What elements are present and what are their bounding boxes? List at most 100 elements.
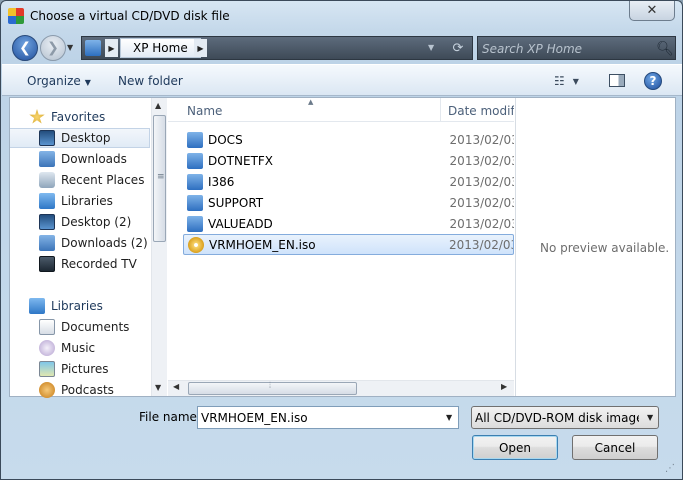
file-date: 2013/02/03 0 — [449, 132, 514, 147]
nav-item-downloads[interactable]: Downloads — [10, 149, 150, 169]
address-dropdown-icon[interactable]: ▼ — [428, 43, 434, 52]
nav-group-libraries[interactable]: Libraries — [10, 296, 150, 316]
chevron-down-icon: ▼ — [647, 413, 654, 422]
window-title: Choose a virtual CD/DVD disk file — [30, 9, 230, 23]
scroll-up-icon[interactable]: ▲ — [155, 101, 161, 110]
file-type-value: All CD/DVD-ROM disk images ( — [475, 411, 639, 425]
column-name-header[interactable]: Name — [187, 104, 222, 118]
forward-arrow-icon: ❯ — [47, 40, 59, 56]
close-icon: ✕ — [646, 3, 658, 18]
new-folder-button[interactable]: New folder — [118, 74, 183, 88]
file-list: ▲ Name Date modified DOCS 2013/02/03 0 D… — [168, 98, 514, 396]
folder-icon — [187, 194, 203, 211]
navigation-scrollbar[interactable]: ▲ ≡ ▼ — [151, 98, 167, 396]
chevron-right-icon[interactable]: ▶ — [194, 39, 207, 57]
nav-item-label: Recent Places — [61, 173, 145, 187]
favorites-star-icon — [29, 109, 45, 124]
grip-icon: ≡ — [157, 172, 165, 182]
forward-button[interactable]: ❯ — [40, 35, 66, 61]
recent-locations-dropdown-icon[interactable]: ▼ — [67, 43, 77, 53]
column-date-header[interactable]: Date modified — [448, 104, 514, 118]
file-row[interactable]: DOTNETFX 2013/02/03 0 — [183, 150, 514, 171]
back-button[interactable]: ❮ — [12, 35, 38, 61]
nav-item-libraries[interactable]: Libraries — [10, 191, 150, 211]
libraries-icon — [39, 193, 55, 209]
nav-item-podcasts[interactable]: Podcasts — [10, 380, 150, 400]
close-button[interactable]: ✕ — [629, 1, 675, 21]
nav-item-label: Libraries — [61, 194, 113, 208]
nav-item-label: Downloads (2) — [61, 236, 148, 250]
scroll-right-icon[interactable]: ▶ — [501, 382, 507, 391]
tv-icon — [39, 256, 55, 272]
open-button[interactable]: Open — [472, 435, 558, 460]
downloads-icon — [39, 235, 55, 251]
nav-group-label: Libraries — [51, 299, 103, 313]
chevron-down-icon[interactable]: ▼ — [446, 413, 452, 422]
resize-grip-icon[interactable]: ⋰ — [665, 463, 675, 474]
nav-item-documents[interactable]: Documents — [10, 317, 150, 337]
nav-item-desktop-2[interactable]: Desktop (2) — [10, 212, 150, 232]
music-icon — [39, 340, 55, 356]
search-box: 🔍︎ — [477, 36, 676, 60]
nav-item-recorded-tv[interactable]: Recorded TV — [10, 254, 150, 274]
preview-pane-toggle-icon[interactable] — [609, 74, 625, 87]
change-view-button[interactable]: ☷ ▼ — [554, 72, 588, 90]
file-name-label: File name: — [139, 410, 201, 424]
folder-icon — [187, 131, 203, 148]
file-name: VRMHOEM_EN.iso — [209, 237, 316, 252]
sort-ascending-icon: ▲ — [308, 98, 314, 106]
folder-icon — [187, 215, 203, 232]
recent-places-icon — [39, 172, 55, 188]
file-row[interactable]: SUPPORT 2013/02/03 0 — [183, 192, 514, 213]
file-row-selected[interactable]: VRMHOEM_EN.iso 2013/02/03 0 — [183, 234, 514, 255]
navigation-bar: ❮ ❯ ▼ ▶ XP Home ▶ ▼ ⟳ 🔍︎ — [9, 33, 676, 61]
file-name-input[interactable]: VRMHOEM_EN.iso ▼ — [197, 406, 459, 429]
nav-item-desktop[interactable]: Desktop — [10, 128, 150, 148]
cancel-button[interactable]: Cancel — [572, 435, 658, 460]
nav-item-label: Documents — [61, 320, 130, 334]
file-row[interactable]: I386 2013/02/03 0 — [183, 171, 514, 192]
file-name: VALUEADD — [208, 216, 273, 231]
address-bar[interactable]: ▶ XP Home ▶ ▼ ⟳ — [81, 36, 473, 60]
nav-group-label: Favorites — [51, 110, 106, 124]
scrollbar-thumb[interactable]: ≡ — [153, 115, 166, 242]
nav-item-label: Recorded TV — [61, 257, 137, 271]
organize-button[interactable]: Organize ▼ — [27, 74, 91, 88]
file-list-scrollbar[interactable]: ◀ ⦙ ▶ — [168, 380, 514, 396]
file-row[interactable]: VALUEADD 2013/02/03 0 — [183, 213, 514, 234]
command-toolbar: Organize ▼ New folder ☷ ▼ ? — [2, 64, 682, 96]
chevron-down-icon: ▼ — [572, 76, 579, 86]
organize-label: Organize — [27, 74, 81, 88]
refresh-icon[interactable]: ⟳ — [446, 39, 470, 58]
downloads-icon — [39, 151, 55, 167]
column-divider[interactable] — [440, 98, 441, 122]
file-type-select[interactable]: All CD/DVD-ROM disk images ( ▼ — [471, 406, 659, 429]
breadcrumb-xp-home[interactable]: XP Home — [120, 38, 201, 58]
navigation-pane: Favorites Desktop Downloads Recent Place… — [10, 98, 167, 398]
chevron-right-icon[interactable]: ▶ — [105, 39, 118, 57]
file-name: I386 — [208, 174, 235, 189]
content-area: Favorites Desktop Downloads Recent Place… — [9, 97, 676, 398]
scroll-left-icon[interactable]: ◀ — [173, 382, 179, 391]
nav-item-downloads-2[interactable]: Downloads (2) — [10, 233, 150, 253]
scrollbar-thumb[interactable]: ⦙ — [188, 381, 357, 395]
nav-item-music[interactable]: Music — [10, 338, 150, 358]
folder-icon — [85, 40, 101, 56]
file-name: SUPPORT — [208, 195, 264, 210]
file-row[interactable]: DOCS 2013/02/03 0 — [183, 129, 514, 150]
help-button[interactable]: ? — [644, 72, 662, 90]
help-icon: ? — [649, 74, 657, 88]
nav-item-label: Desktop (2) — [61, 215, 132, 229]
nav-group-favorites[interactable]: Favorites — [10, 107, 150, 127]
view-details-icon: ☷ — [554, 74, 565, 88]
nav-item-label: Downloads — [61, 152, 127, 166]
search-icon[interactable]: 🔍︎ — [656, 40, 674, 58]
file-date: 2013/02/03 0 — [449, 216, 514, 231]
podcasts-icon — [39, 382, 55, 398]
scroll-down-icon[interactable]: ▼ — [155, 383, 161, 392]
preview-pane: No preview available. — [515, 98, 675, 396]
title-bar[interactable]: Choose a virtual CD/DVD disk file ✕ — [1, 1, 682, 31]
nav-item-recent-places[interactable]: Recent Places — [10, 170, 150, 190]
nav-item-pictures[interactable]: Pictures — [10, 359, 150, 379]
search-input[interactable] — [482, 40, 652, 57]
